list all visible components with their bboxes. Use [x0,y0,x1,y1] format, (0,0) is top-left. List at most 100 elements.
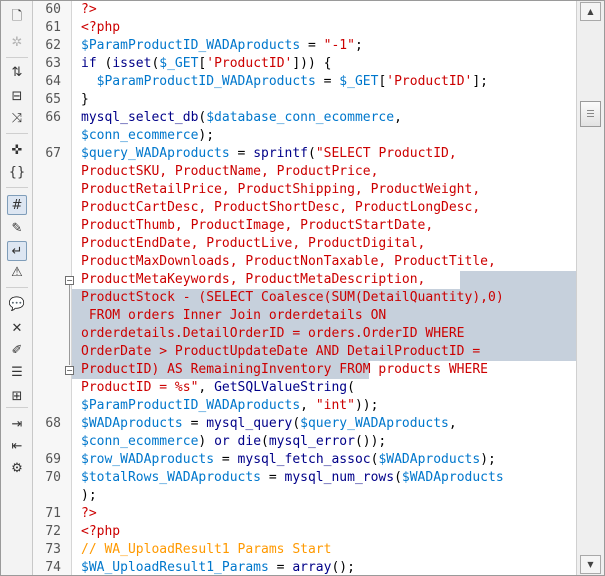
code-token: ProductRetailPrice, ProductShipping, Pro… [81,182,481,197]
code-token: $_GET [159,56,199,71]
code-token: die [237,434,262,449]
scroll-down-button[interactable]: ▼ [580,555,601,574]
code-token: sprintf [253,146,308,161]
code-token: = [229,146,254,161]
open-documents-icon[interactable]: 🗋 [8,9,26,27]
code-token: $WADAproducts [378,452,481,467]
code-line: $query_WADAproducts = sprintf("SELECT Pr… [81,145,457,163]
remove-comment-icon[interactable]: ✕ [8,319,26,337]
line-number: 72 [45,524,61,539]
code-token: , [300,398,316,413]
code-token: ProductID = %s" [81,380,199,395]
code-line: $conn_ecommerce); [81,127,214,145]
code-line: <?php [81,523,120,541]
code-token: ( [292,416,301,431]
code-line: if (isset($_GET['ProductID'])) { [81,55,331,73]
code-token: $WADAproducts [81,416,183,431]
scroll-up-button[interactable]: ▲ [580,2,601,21]
code-line: ProductID) AS RemainingInventory FROM pr… [81,361,488,379]
line-number: 73 [45,542,61,557]
code-line: ); [81,487,97,505]
code-line: ProductStock - (SELECT Coalesce(SUM(Deta… [81,289,504,307]
code-line: ProductMaxDownloads, ProductNonTaxable, … [81,253,496,271]
code-token: = [300,38,324,53]
code-line: $row_WADAproducts = mysql_fetch_assoc($W… [81,451,496,469]
code-token: ProductCartDesc, ProductShortDesc, Produ… [81,200,481,215]
code-token: 'ProductID' [386,74,473,89]
code-line: FROM orders Inner Join orderdetails ON [81,307,386,325]
code-token: // WA_UploadResult1 Params Start [81,542,332,557]
code-token: $database_conn_ecommerce [206,110,395,125]
collapse-selection-icon[interactable]: ⊟ [8,87,26,105]
code-line: // WA_UploadResult1 Params Start [81,541,331,559]
fold-range-line [69,285,70,365]
code-line: OrderDate > ProductUpdateDate AND Detail… [81,343,480,361]
expand-all-icon[interactable]: ⤨ [8,109,26,127]
code-token: ProductMaxDownloads, ProductNonTaxable, … [81,254,496,269]
syntax-error-alerts-icon[interactable]: ⚠ [8,263,26,281]
code-token: )); [354,398,379,413]
code-token: ( [394,470,402,485]
line-number: 69 [45,452,61,467]
line-number: 67 [45,146,61,161]
code-token: mysql_num_rows [284,470,395,485]
outdent-code-icon[interactable]: ⇤ [8,437,26,455]
scrollbar-thumb[interactable] [580,101,601,127]
code-line: ?> [81,505,97,523]
line-number: 62 [45,38,61,53]
code-token: if [81,56,97,71]
code-line: $ParamProductID_WADAproducts = $_GET['Pr… [81,73,488,91]
code-line: ProductID = %s", GetSQLValueString( [81,379,355,397]
indent-code-icon[interactable]: ⇥ [8,415,26,433]
code-token: , [198,380,215,395]
code-token: $_GET [339,74,379,89]
show-code-navigator-icon[interactable]: ✲ [8,33,26,51]
fold-collapse-icon[interactable]: − [65,276,74,285]
code-token: "-1" [323,38,355,53]
select-parent-tag-icon[interactable]: ✜ [8,141,26,159]
recent-snippets-icon[interactable]: ☰ [8,363,26,381]
line-numbers-icon[interactable]: # [7,195,27,215]
line-number: 65 [45,92,61,107]
code-token: 'ProductID' [206,56,293,71]
balance-braces-icon[interactable]: {} [8,163,26,181]
code-editor[interactable]: ?> <?php $ParamProductID_WADAproducts = "-… [72,1,576,575]
move-css-icon[interactable]: ⊞ [8,387,26,405]
code-token: ; [354,38,363,53]
format-source-code-icon[interactable]: ⚙ [8,459,26,477]
code-token: = [315,74,340,89]
code-token: "int" [315,398,355,413]
word-wrap-icon[interactable]: ↵ [7,241,27,261]
code-token: $ParamProductID_WADAproducts [96,74,316,89]
code-line: $WA_UploadResult1_Params = array(); [81,559,355,575]
code-token: $ParamProductID_WADAproducts [81,38,301,53]
code-token: = [261,470,285,485]
code-token: ProductEndDate, ProductLive, ProductDigi… [81,236,426,251]
vertical-scrollbar[interactable]: ▲ ▼ [576,1,604,575]
code-token: GetSQLValueString [214,380,348,395]
code-token: orderdetails.DetailOrderID = orders.Orde… [81,326,465,341]
code-token: array [292,560,332,575]
code-token: $query_WADAproducts [81,146,230,161]
apply-comment-icon[interactable]: 💬 [8,295,26,313]
code-token: ( [347,380,355,395]
collapse-full-tag-icon[interactable]: ⇅ [8,63,26,81]
fold-collapse-icon[interactable]: − [65,366,74,375]
code-token: OrderDate > ProductUpdateDate AND Detail… [81,344,481,359]
code-line: <?php [81,19,120,37]
line-number: 74 [45,560,61,575]
code-token: $WADAproducts [401,470,504,485]
code-line: ProductThumb, ProductImage, ProductStart… [81,217,433,235]
code-token: , [448,416,457,431]
code-token: ( [308,146,316,161]
wrap-tag-icon[interactable]: ✐ [8,341,26,359]
code-token: (); [331,560,355,575]
code-token: or [214,434,230,449]
code-token: <?php [81,20,121,35]
highlight-invalid-code-icon[interactable]: ✎ [8,219,26,237]
code-token: $ParamProductID_WADAproducts [81,398,301,413]
code-token: mysql_error [268,434,355,449]
code-view-window: 🗋 ✲ ⇅ ⊟ ⤨ ✜{} # ✎ ↵ ⚠ 💬 ✕ ✐ ☰ ⊞ ⇥ ⇤ ⚙ 60 61 62 63 64 65 66 67 68 6… [0,0,605,576]
line-number: 60 [45,2,61,17]
